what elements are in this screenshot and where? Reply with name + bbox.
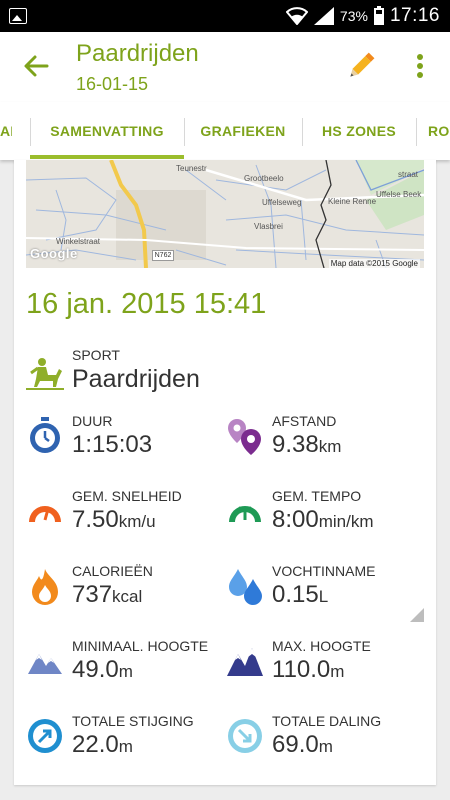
map-credit: Map data ©2015 Google [328,259,420,268]
stat-value: 110.0m [272,656,345,683]
location-pins-icon [228,419,261,455]
tab-hs-zones[interactable]: HS ZONES [302,102,416,160]
stat-sport: SPORT Paardrijden [26,347,406,397]
tab-grafieken[interactable]: GRAFIEKEN [184,102,302,160]
map-label: straat [398,170,419,179]
stat-avg-pace: GEM. TEMPO 8:00min/km [226,488,426,538]
page-title: Paardrijden [76,40,199,67]
stat-duration: DUUR 1:15:03 [26,413,216,463]
map-label: Vlasbrei [254,222,283,231]
stat-value: 22.0m [72,731,133,758]
map-label: Uffelse Beek [376,190,422,199]
stat-value: Paardrijden [72,365,200,393]
resize-handle-icon [410,608,424,622]
tab-partial-left[interactable]: AL [0,102,12,160]
overflow-menu-icon[interactable] [409,52,431,80]
horse-rider-icon [26,358,64,390]
stat-label: TOTALE STIJGING [72,713,194,729]
mountain-high-icon [227,648,263,676]
speed-gauge-icon [29,506,61,522]
stat-label: GEM. TEMPO [272,488,362,504]
stat-value: 69.0m [272,731,333,758]
water-drops-icon [229,569,262,605]
back-arrow-icon[interactable] [22,52,50,80]
stat-avg-speed: GEM. SNELHEID 7.50km/u [26,488,216,538]
wifi-icon [285,7,308,25]
workout-datetime: 16 jan. 2015 15:41 [26,288,267,320]
stat-calories: CALORIEËN 737kcal [26,563,216,613]
stat-min-altitude: MINIMAAL. HOOGTE 49.0m [26,638,226,688]
signal-icon [313,7,334,25]
tab-samenvatting[interactable]: SAMENVATTING [30,102,184,160]
stat-value: 49.0m [72,656,133,683]
stat-label: MINIMAAL. HOOGTE [72,638,209,654]
flame-icon [32,569,58,605]
route-map[interactable]: Teunestr Grootbeelo Uffelseweg Uffelse B… [26,160,424,268]
stat-max-altitude: MAX. HOOGTE 110.0m [226,638,416,688]
stat-label: MAX. HOOGTE [272,638,371,654]
stat-total-ascent: TOTALE STIJGING 22.0m [26,713,216,763]
stat-distance: AFSTAND 9.38km [226,413,416,463]
stat-value: 9.38km [272,431,342,458]
google-logo: Google [30,246,78,261]
app-bar: Paardrijden 16-01-15 [0,32,450,102]
stat-value: 7.50km/u [72,506,156,533]
edit-pencil-icon[interactable] [345,50,377,82]
descent-arrow-icon [228,719,262,753]
map-label: Winkelstraat [56,237,101,246]
map-label: Teunestr [176,164,207,173]
stat-value: 1:15:03 [72,431,153,458]
stat-label: VOCHTINNAME [272,563,376,579]
active-tab-indicator [30,155,184,159]
map-label: Kleine Renne [328,197,377,206]
road-badge: N762 [152,250,174,261]
tab-bar: AL SAMENVATTING GRAFIEKEN HS ZONES RO [0,102,450,160]
stat-total-descent: TOTALE DALING 69.0m [226,713,416,763]
pace-gauge-icon [229,506,261,522]
page-subtitle: 16-01-15 [76,74,149,94]
stat-label: GEM. SNELHEID [72,488,182,504]
stat-label: SPORT [72,347,120,363]
mountain-low-icon [28,654,62,674]
clock: 17:16 [389,5,440,26]
stat-label: DUUR [72,413,113,429]
summary-card: Teunestr Grootbeelo Uffelseweg Uffelse B… [14,160,436,785]
ascent-arrow-icon [28,719,62,753]
stat-value: 8:00min/km [272,506,374,533]
stat-value: 737kcal [72,581,143,608]
stat-label: CALORIEËN [72,563,153,579]
map-label: Grootbeelo [244,174,284,183]
tab-partial-right[interactable]: RO [428,102,450,160]
stat-label: TOTALE DALING [272,713,382,729]
stat-label: AFSTAND [272,413,337,429]
battery-percentage: 73% [339,8,368,24]
gallery-notification-icon [9,8,27,24]
stat-value: 0.15L [272,581,329,608]
stat-fluid-intake: VOCHTINNAME 0.15L [226,563,416,613]
status-bar: 73% 17:16 [0,0,450,32]
map-label: Uffelseweg [262,198,302,207]
battery-icon [373,5,384,25]
stopwatch-icon [30,417,60,453]
map-roads [26,160,424,268]
